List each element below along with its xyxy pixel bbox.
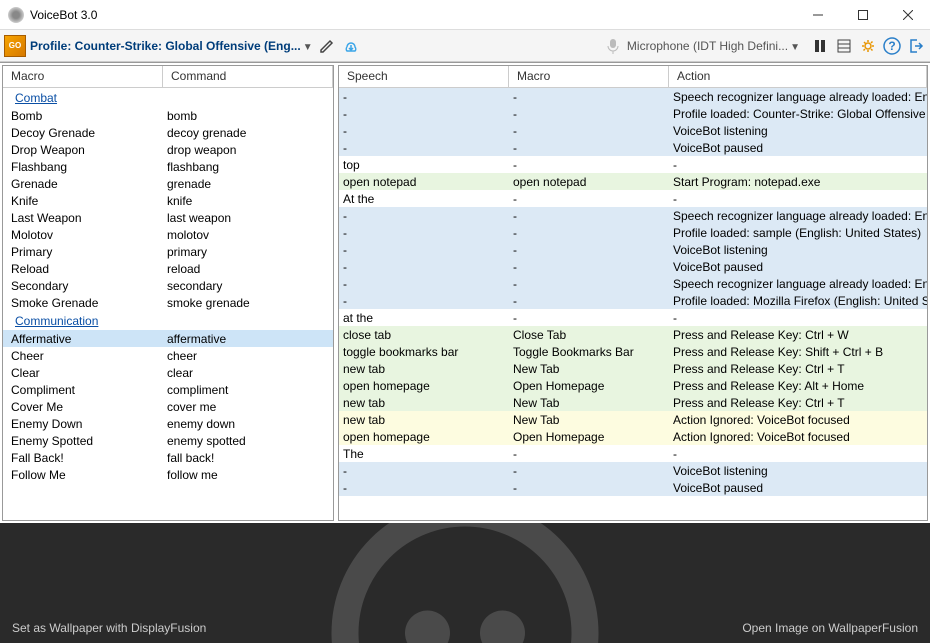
macro-row[interactable]: Molotovmolotov bbox=[3, 226, 333, 243]
profile-selector[interactable]: Profile: Counter-Strike: Global Offensiv… bbox=[30, 39, 313, 53]
macro-row[interactable]: Fall Back!fall back! bbox=[3, 449, 333, 466]
macro-row[interactable]: Flashbangflashbang bbox=[3, 158, 333, 175]
profile-name: Counter-Strike: Global Offensive (Eng... bbox=[75, 39, 301, 53]
log-row[interactable]: toggle bookmarks barToggle Bookmarks Bar… bbox=[339, 343, 927, 360]
macro-row[interactable]: Decoy Grenadedecoy grenade bbox=[3, 124, 333, 141]
maximize-button[interactable] bbox=[840, 0, 885, 30]
macro-row[interactable]: Cheercheer bbox=[3, 347, 333, 364]
macro-panel: Macro Command CombatBombbombDecoy Grenad… bbox=[2, 65, 334, 521]
log-row[interactable]: --Speech recognizer language already loa… bbox=[339, 207, 927, 224]
col-macro[interactable]: Macro bbox=[509, 66, 669, 87]
chevron-down-icon: ▼ bbox=[790, 42, 800, 53]
wallpaper-bar: Set as Wallpaper with DisplayFusion Open… bbox=[0, 523, 930, 643]
macro-header: Macro Command bbox=[3, 66, 333, 88]
log-row[interactable]: --VoiceBot paused bbox=[339, 258, 927, 275]
log-row[interactable]: open homepageOpen HomepageAction Ignored… bbox=[339, 428, 927, 445]
macro-row[interactable]: Primaryprimary bbox=[3, 243, 333, 260]
log-row[interactable]: --Speech recognizer language already loa… bbox=[339, 275, 927, 292]
open-image-link[interactable]: Open Image on WallpaperFusion bbox=[742, 621, 918, 635]
log-row[interactable]: new tabNew TabAction Ignored: VoiceBot f… bbox=[339, 411, 927, 428]
edit-icon[interactable] bbox=[317, 36, 337, 56]
col-command[interactable]: Command bbox=[163, 66, 333, 87]
log-row[interactable]: open homepageOpen HomepagePress and Rele… bbox=[339, 377, 927, 394]
cloud-download-icon[interactable] bbox=[341, 36, 361, 56]
app-icon bbox=[8, 7, 24, 23]
macro-row[interactable]: Affermativeaffermative bbox=[3, 330, 333, 347]
log-row[interactable]: --VoiceBot listening bbox=[339, 241, 927, 258]
log-row[interactable]: --Speech recognizer language already loa… bbox=[339, 88, 927, 105]
col-speech[interactable]: Speech bbox=[339, 66, 509, 87]
settings-icon[interactable] bbox=[858, 36, 878, 56]
macro-row[interactable]: Knifeknife bbox=[3, 192, 333, 209]
log-row[interactable]: --VoiceBot listening bbox=[339, 462, 927, 479]
log-row[interactable]: new tabNew TabPress and Release Key: Ctr… bbox=[339, 360, 927, 377]
section-header[interactable]: Combat bbox=[3, 88, 333, 107]
macro-row[interactable]: Smoke Grenadesmoke grenade bbox=[3, 294, 333, 311]
macro-row[interactable]: Bombbomb bbox=[3, 107, 333, 124]
log-row[interactable]: The-- bbox=[339, 445, 927, 462]
log-row[interactable]: open notepadopen notepadStart Program: n… bbox=[339, 173, 927, 190]
main-area: Macro Command CombatBombbombDecoy Grenad… bbox=[0, 62, 930, 523]
log-row[interactable]: close tabClose TabPress and Release Key:… bbox=[339, 326, 927, 343]
titlebar: VoiceBot 3.0 bbox=[0, 0, 930, 30]
macro-row[interactable]: Secondarysecondary bbox=[3, 277, 333, 294]
log-row[interactable]: --VoiceBot listening bbox=[339, 122, 927, 139]
microphone-selector[interactable]: Microphone (IDT High Defini...▼ bbox=[627, 39, 800, 53]
col-action[interactable]: Action bbox=[669, 66, 927, 87]
log-panel: Speech Macro Action --Speech recognizer … bbox=[338, 65, 928, 521]
macro-row[interactable]: Complimentcompliment bbox=[3, 381, 333, 398]
log-row[interactable]: --Profile loaded: sample (English: Unite… bbox=[339, 224, 927, 241]
log-list[interactable]: --Speech recognizer language already loa… bbox=[339, 88, 927, 520]
profile-prefix: Profile: bbox=[30, 39, 75, 53]
macro-row[interactable]: Enemy Downenemy down bbox=[3, 415, 333, 432]
log-row[interactable]: new tabNew TabPress and Release Key: Ctr… bbox=[339, 394, 927, 411]
log-row[interactable]: --Profile loaded: Mozilla Firefox (Engli… bbox=[339, 292, 927, 309]
log-row[interactable]: top-- bbox=[339, 156, 927, 173]
chevron-down-icon: ▼ bbox=[303, 42, 313, 53]
profile-icon: GO bbox=[4, 35, 26, 57]
microphone-icon bbox=[603, 36, 623, 56]
log-row[interactable]: At the-- bbox=[339, 190, 927, 207]
window-title: VoiceBot 3.0 bbox=[30, 8, 795, 22]
log-row[interactable]: --VoiceBot paused bbox=[339, 139, 927, 156]
macro-row[interactable]: Reloadreload bbox=[3, 260, 333, 277]
set-wallpaper-link[interactable]: Set as Wallpaper with DisplayFusion bbox=[12, 621, 206, 635]
log-row[interactable]: at the-- bbox=[339, 309, 927, 326]
close-button[interactable] bbox=[885, 0, 930, 30]
macro-row[interactable]: Grenadegrenade bbox=[3, 175, 333, 192]
macro-row[interactable]: Cover Mecover me bbox=[3, 398, 333, 415]
macro-row[interactable]: Drop Weapondrop weapon bbox=[3, 141, 333, 158]
macro-list[interactable]: CombatBombbombDecoy Grenadedecoy grenade… bbox=[3, 88, 333, 520]
exit-icon[interactable] bbox=[906, 36, 926, 56]
toolbar: GO Profile: Counter-Strike: Global Offen… bbox=[0, 30, 930, 62]
svg-text:?: ? bbox=[888, 39, 895, 53]
log-row[interactable]: --Profile loaded: Counter-Strike: Global… bbox=[339, 105, 927, 122]
col-macro[interactable]: Macro bbox=[3, 66, 163, 87]
database-icon[interactable] bbox=[834, 36, 854, 56]
macro-row[interactable]: Follow Mefollow me bbox=[3, 466, 333, 483]
help-icon[interactable]: ? bbox=[882, 36, 902, 56]
macro-row[interactable]: Clearclear bbox=[3, 364, 333, 381]
section-header[interactable]: Communication bbox=[3, 311, 333, 330]
pause-button[interactable] bbox=[810, 36, 830, 56]
minimize-button[interactable] bbox=[795, 0, 840, 30]
robot-bg-icon bbox=[315, 523, 615, 643]
macro-row[interactable]: Last Weaponlast weapon bbox=[3, 209, 333, 226]
log-header: Speech Macro Action bbox=[339, 66, 927, 88]
log-row[interactable]: --VoiceBot paused bbox=[339, 479, 927, 496]
macro-row[interactable]: Enemy Spottedenemy spotted bbox=[3, 432, 333, 449]
